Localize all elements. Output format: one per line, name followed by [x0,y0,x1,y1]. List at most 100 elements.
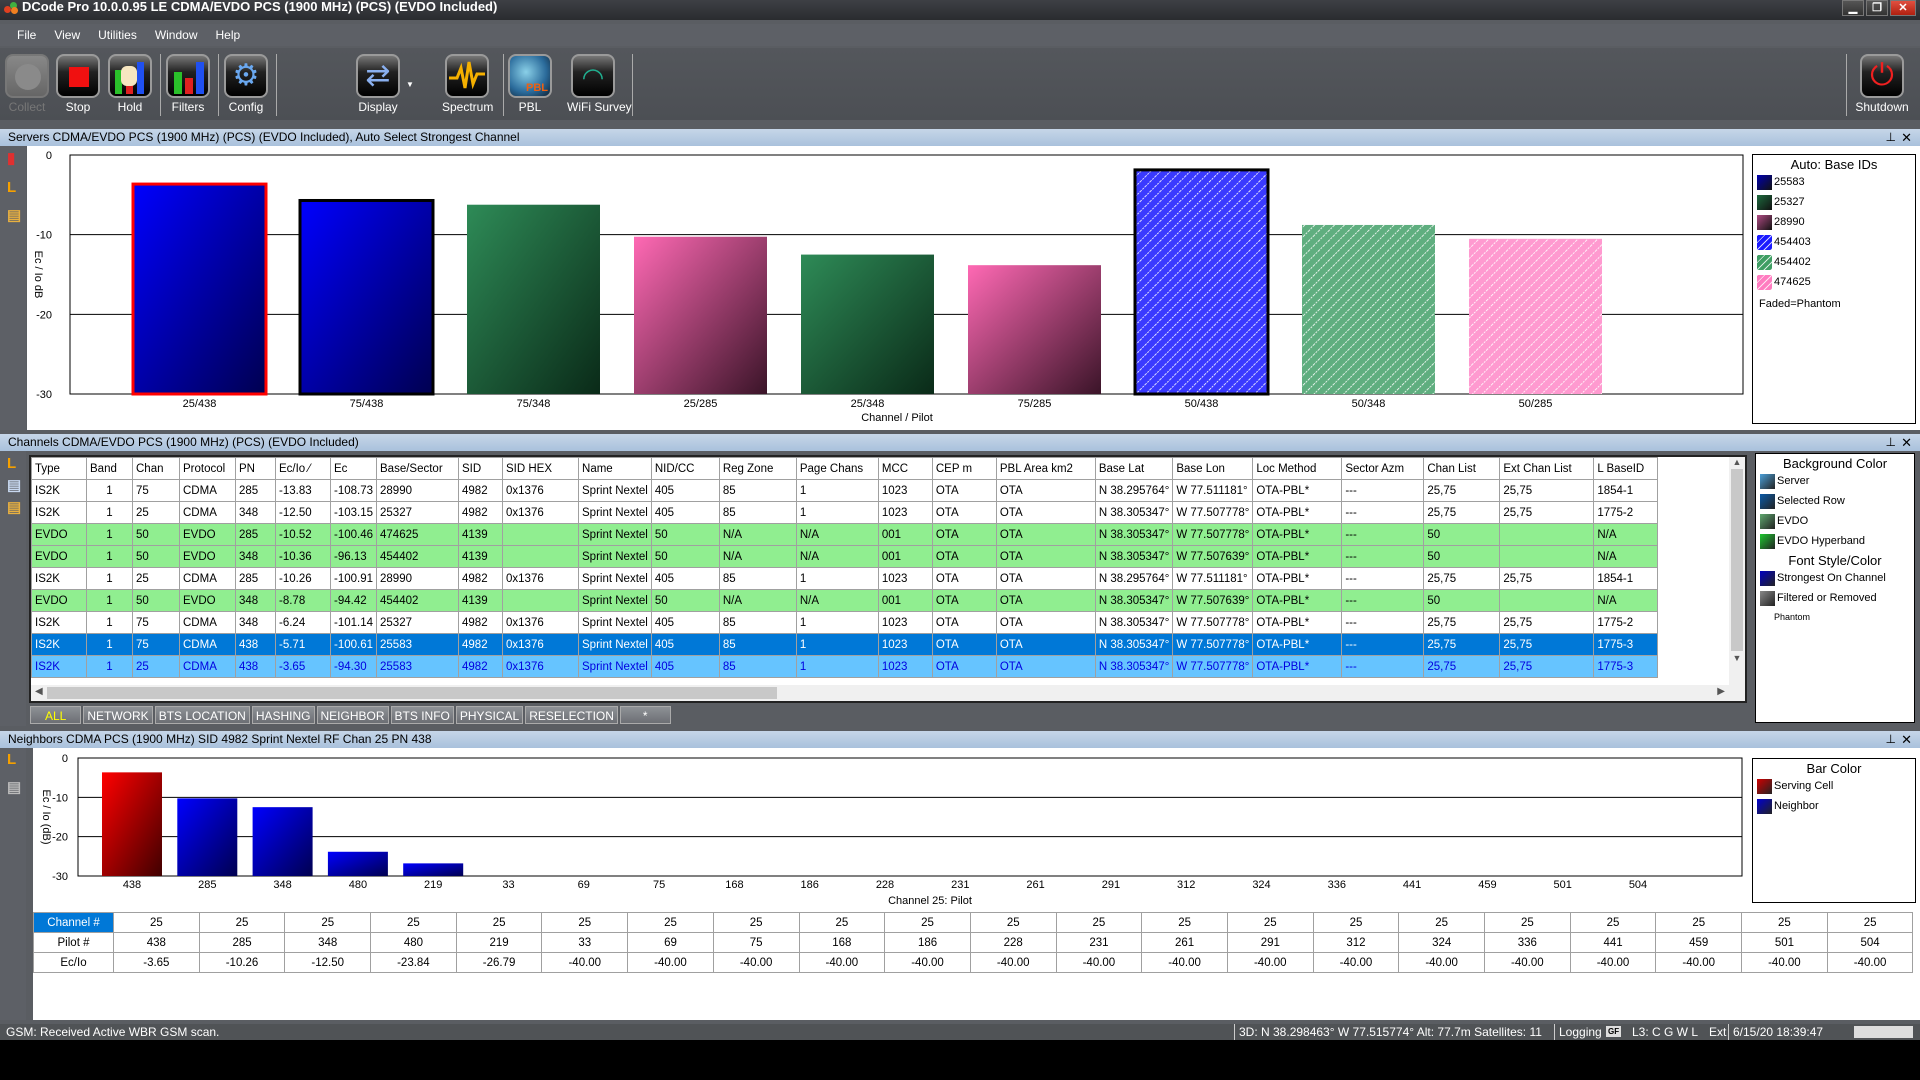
column-header[interactable]: Base/Sector [376,457,460,480]
scrollbar-thumb[interactable] [1731,469,1743,651]
column-header[interactable]: Chan List [1423,457,1501,480]
column-header[interactable]: PN [235,457,276,480]
table-cell: 454402 [376,545,460,568]
row-header[interactable]: Pilot # [33,932,114,953]
column-header[interactable]: Type [31,457,87,480]
tab-*[interactable]: * [619,706,671,724]
pbl-button[interactable]: PBL PBL [505,52,555,120]
report-icon[interactable]: ▤ [7,208,21,224]
row-header[interactable]: Channel # [33,912,114,933]
document-icon[interactable]: ▤ [7,780,21,796]
table-row[interactable]: EVDO 1 50 EVDO 348 -8.78 -94.42 454402 4139 Sprin… [31,589,1659,612]
close-button[interactable]: ✕ [1890,0,1916,16]
vertical-scrollbar[interactable]: ▲ ▼ [1729,457,1745,687]
column-header[interactable]: Band [86,457,133,480]
column-header[interactable]: SID [458,457,504,480]
table-row[interactable]: IS2K 1 25 CDMA 285 -10.26 -100.91 28990 4982 0x13… [31,567,1659,590]
column-header[interactable]: Sector Azm [1341,457,1425,480]
column-header[interactable]: L BaseID [1593,457,1659,480]
menu-help[interactable]: Help [207,28,250,42]
table-cell: W 77.507639° [1172,545,1254,568]
report-icon[interactable]: ▤ [7,500,21,516]
table-cell: 261 [1141,932,1228,953]
table-row[interactable]: EVDO 1 50 EVDO 348 -10.36 -96.13 454402 4139 Spri… [31,545,1659,568]
column-header[interactable]: Base Lat [1094,457,1174,480]
tab-hashing[interactable]: HASHING [251,706,315,724]
table-cell: --- [1341,479,1425,502]
table-row[interactable]: IS2K 1 75 CDMA 348 -6.24 -101.14 25327 4982 0x137… [31,611,1659,634]
tab-bts-info[interactable]: BTS INFO [390,706,454,724]
pin-icon[interactable]: ⊥ [1886,434,1896,451]
bar-chart-view-icon[interactable]: ▮ [7,151,21,167]
pin-icon[interactable]: ⊥ [1886,129,1896,146]
table-row[interactable]: IS2K 1 25 CDMA 438 -3.65 -94.30 25583 4982 0x1376… [31,655,1659,678]
table-row[interactable]: IS2K 1 75 CDMA 285 -13.83 -108.73 28990 4982 0x13… [31,479,1659,502]
list-view-icon[interactable]: L [7,180,21,196]
column-header[interactable]: Loc Method [1252,457,1343,480]
column-header[interactable]: Page Chans [795,457,879,480]
legend-label: 25327 [1774,196,1805,208]
close-panel-icon[interactable]: ✕ [1901,731,1912,748]
spectrum-button[interactable]: Spectrum [442,52,493,120]
minimize-button[interactable]: ▁ [1842,0,1864,16]
menu-view[interactable]: View [45,28,89,42]
menu-window[interactable]: Window [146,28,207,42]
filters-button[interactable]: Filters [163,52,213,120]
scroll-left-icon[interactable]: ◀ [35,686,43,697]
column-header[interactable]: Protocol [179,457,236,480]
x-tick-label: 33 [502,879,514,891]
config-button[interactable]: ⚙ Config [221,52,271,120]
column-header[interactable]: Base Lon [1172,457,1254,480]
tab-neighbor[interactable]: NEIGHBOR [316,706,389,724]
column-header[interactable]: Ec/Io ⁄ [275,457,331,480]
shutdown-button[interactable]: ⏻ Shutdown [1854,52,1910,120]
wifi-survey-button[interactable]: ◠ WiFi Survey [567,52,632,120]
scroll-up-icon[interactable]: ▲ [1729,457,1745,467]
pin-icon[interactable]: ⊥ [1886,731,1896,748]
collect-button[interactable]: Collect [2,52,52,120]
table-cell: 1023 [877,567,933,590]
table-cell: 25 [541,912,629,933]
column-header[interactable]: Reg Zone [718,457,797,480]
tab-all[interactable]: ALL [30,706,82,724]
legend-swatch [1757,274,1772,290]
display-button[interactable]: ⇄ Display [353,52,403,120]
restore-button[interactable]: ❐ [1866,0,1888,16]
x-tick-label: 219 [424,879,442,891]
hscrollbar-thumb[interactable] [47,687,777,699]
stop-button[interactable]: Stop [53,52,103,120]
column-header[interactable]: Chan [132,457,180,480]
table-cell: -100.61 [329,633,378,656]
hold-button[interactable]: Hold [105,52,155,120]
scroll-down-icon[interactable]: ▼ [1729,653,1745,663]
table-cell: N/A [718,523,797,546]
list-view-icon[interactable]: L [7,456,21,472]
table-row[interactable]: IS2K 1 75 CDMA 438 -5.71 -100.61 25583 4982 0x137… [31,633,1659,656]
table-row[interactable]: IS2K 1 25 CDMA 348 -12.50 -103.15 25327 4982 0x13… [31,501,1659,524]
close-panel-icon[interactable]: ✕ [1901,129,1912,146]
list-view-icon[interactable]: L [7,752,21,768]
tab-network[interactable]: NETWORK [83,706,153,724]
column-header[interactable]: Ext Chan List [1499,457,1595,480]
row-header[interactable]: Ec/Io [33,952,114,973]
scroll-right-icon[interactable]: ▶ [1717,686,1725,697]
tab-reselection[interactable]: RESELECTION [525,706,618,724]
tab-physical[interactable]: PHYSICAL [455,706,524,724]
close-panel-icon[interactable]: ✕ [1901,434,1912,451]
menu-utilities[interactable]: Utilities [89,28,146,42]
table-cell: OTA [931,611,997,634]
column-header[interactable]: NID/CC [650,457,720,480]
table-cell: -12.50 [284,952,372,973]
column-header[interactable]: PBL Area km2 [995,457,1096,480]
column-header[interactable]: CEP m [931,457,997,480]
column-header[interactable]: MCC [877,457,933,480]
document-icon[interactable]: ▤ [7,478,21,494]
display-dropdown-arrow-icon[interactable]: ▼ [406,80,414,89]
tab-bts-location[interactable]: BTS LOCATION [154,706,250,724]
horizontal-scrollbar[interactable]: ◀ ▶ [31,685,1745,701]
table-row[interactable]: EVDO 1 50 EVDO 285 -10.52 -100.46 474625 4139 Spr… [31,523,1659,546]
menu-file[interactable]: File [8,28,45,42]
column-header[interactable]: SID HEX [502,457,580,480]
column-header[interactable]: Ec [329,457,378,480]
column-header[interactable]: Name [578,457,652,480]
